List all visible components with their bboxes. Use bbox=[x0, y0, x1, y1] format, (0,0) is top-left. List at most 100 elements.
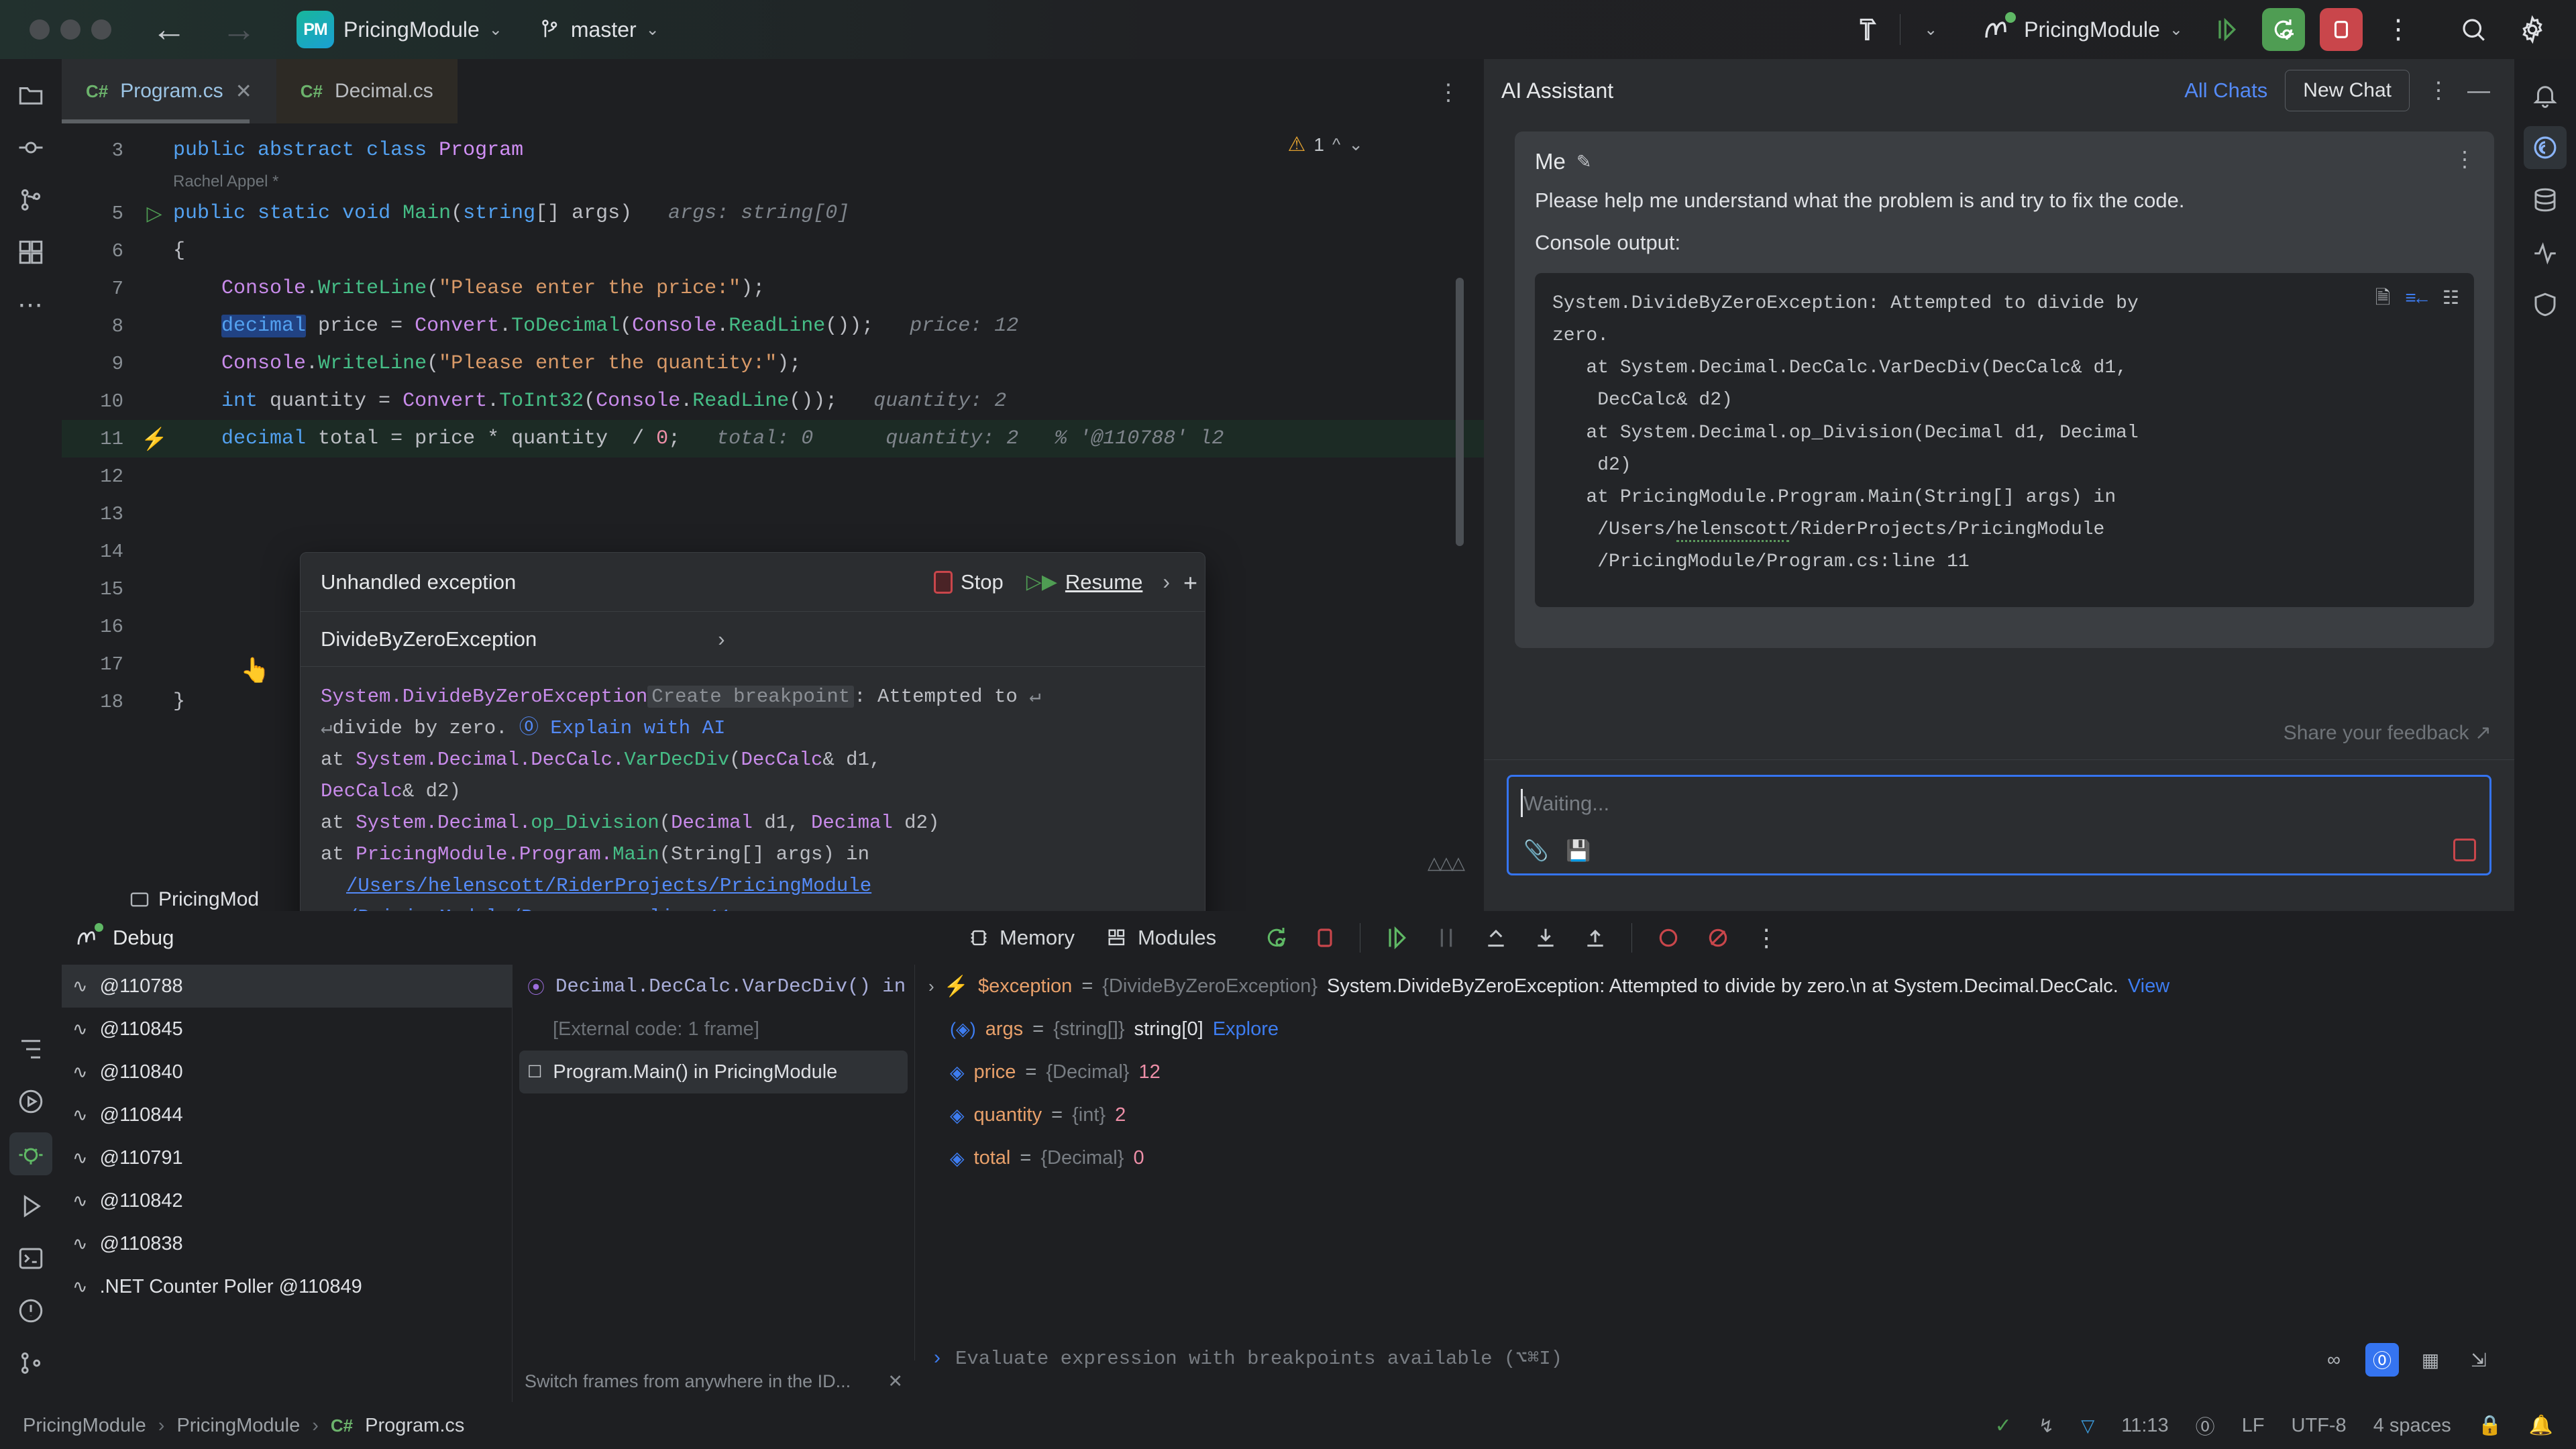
terminal-tool-window-button[interactable] bbox=[9, 1237, 52, 1280]
check-circle-icon[interactable]: ✓ bbox=[1995, 1414, 2012, 1438]
stop-button[interactable] bbox=[2320, 8, 2363, 51]
breadcrumb-file[interactable]: Program.cs bbox=[365, 1415, 464, 1437]
run-configuration-selector[interactable]: PricingModule ⌄ bbox=[1982, 13, 2183, 46]
ai-icon[interactable]: ⓪ bbox=[2365, 1343, 2399, 1377]
thread-row[interactable]: ∿@110845 bbox=[62, 1008, 512, 1051]
run-button[interactable] bbox=[2206, 9, 2247, 50]
step-into-icon[interactable] bbox=[1532, 924, 1559, 951]
save-icon[interactable]: 💾 bbox=[1566, 839, 1591, 863]
at-icon[interactable]: ⓪ bbox=[2196, 1411, 2215, 1440]
attach-icon[interactable]: 📎 bbox=[1523, 839, 1548, 863]
thread-row[interactable]: ∿@110840 bbox=[62, 1051, 512, 1093]
insert-code-icon[interactable]: ≡← bbox=[2405, 284, 2428, 316]
profiler-tool-button[interactable] bbox=[2524, 231, 2567, 274]
commit-tool-window-button[interactable] bbox=[9, 126, 52, 169]
frame-row-selected[interactable]: ☐ Program.Main() in PricingModule bbox=[519, 1051, 908, 1093]
filter-icon[interactable]: ▽ bbox=[2081, 1415, 2094, 1436]
variables-list[interactable]: › ⚡ $exception = {DivideByZeroException}… bbox=[915, 965, 2514, 1402]
ai-panel-options-icon[interactable]: ⋮ bbox=[2427, 77, 2450, 104]
build-options-dropdown[interactable]: ⌄ bbox=[1910, 9, 1951, 50]
threads-list[interactable]: ∿ @110788 ∿@110845 ∿@110840 ∿@110844 ∿@1… bbox=[62, 965, 513, 1402]
search-everywhere-button[interactable] bbox=[2453, 9, 2494, 50]
ai-stop-generation-button[interactable] bbox=[2453, 839, 2476, 861]
variable-row[interactable]: › ⚡ $exception = {DivideByZeroException}… bbox=[915, 965, 2514, 1008]
evaluate-expression-row[interactable]: › Evaluate expression with breakpoints a… bbox=[915, 1336, 2514, 1379]
rerun-debug-icon[interactable] bbox=[1263, 924, 1290, 951]
collapse-icon[interactable]: ⇲ bbox=[2462, 1343, 2496, 1377]
ai-prompt-input[interactable]: Waiting... 📎 💾 bbox=[1507, 775, 2491, 875]
copy-icon[interactable]: 🗎 bbox=[2375, 284, 2391, 316]
code-line[interactable]: 12 bbox=[62, 458, 1484, 495]
variable-view-link[interactable]: View bbox=[2128, 975, 2169, 998]
debug-tab-modules[interactable]: Modules bbox=[1106, 926, 1216, 950]
thread-row[interactable]: ∿@110842 bbox=[62, 1179, 512, 1222]
table-view-icon[interactable]: ▦ bbox=[2414, 1343, 2447, 1377]
editor-scrollbar[interactable] bbox=[1456, 278, 1464, 546]
bell-icon[interactable]: 🔔 bbox=[2529, 1414, 2553, 1437]
run-gutter-icon[interactable]: ▷ bbox=[136, 202, 173, 225]
code-line[interactable]: 7 Console.WriteLine("Please enter the pr… bbox=[62, 270, 1484, 307]
diff-icon[interactable]: ☷ bbox=[2443, 284, 2459, 316]
run-tool-window-button[interactable] bbox=[9, 1080, 52, 1123]
frame-row-external[interactable]: [External code: 1 frame] bbox=[513, 1008, 914, 1051]
thread-row[interactable]: ∿ @110788 bbox=[62, 965, 512, 1008]
prev-problem-icon[interactable]: ^ bbox=[1332, 134, 1340, 155]
step-over-icon[interactable] bbox=[1483, 924, 1509, 951]
close-icon[interactable]: ✕ bbox=[888, 1371, 903, 1392]
frames-list[interactable]: ⦿ Decimal.DecCalc.VarDecDiv() in [Extern… bbox=[513, 965, 915, 1402]
code-line[interactable]: 13 bbox=[62, 495, 1484, 533]
security-tool-button[interactable] bbox=[2524, 283, 2567, 326]
file-encoding[interactable]: UTF-8 bbox=[2292, 1415, 2347, 1437]
stack-source-link-line1[interactable]: /Users/helenscott/RiderProjects/PricingM… bbox=[321, 871, 1185, 902]
tab-program-cs[interactable]: C# Program.cs ✕ bbox=[62, 59, 276, 123]
pause-icon[interactable] bbox=[1433, 924, 1460, 951]
exception-type-row[interactable]: DivideByZeroException › bbox=[301, 612, 1205, 667]
resume-icon[interactable] bbox=[1383, 924, 1410, 951]
git-tool-window-button[interactable] bbox=[9, 1342, 52, 1385]
variable-row[interactable]: ◈ total = {Decimal} 0 bbox=[915, 1136, 2514, 1179]
step-out-icon[interactable] bbox=[1582, 924, 1609, 951]
view-breakpoints-icon[interactable] bbox=[1705, 924, 1731, 951]
breadcrumb-module[interactable]: PricingModule bbox=[176, 1415, 300, 1437]
close-window-button[interactable] bbox=[30, 19, 50, 40]
thread-row[interactable]: ∿@110844 bbox=[62, 1093, 512, 1136]
indent-setting[interactable]: 4 spaces bbox=[2373, 1415, 2451, 1437]
maximize-window-button[interactable] bbox=[91, 19, 111, 40]
rerun-debug-button[interactable] bbox=[2262, 8, 2305, 51]
code-line[interactable]: 8 decimal price = Convert.ToDecimal(Cons… bbox=[62, 307, 1484, 345]
variable-explore-link[interactable]: Explore bbox=[1213, 1018, 1279, 1040]
branch-selector[interactable]: master ⌄ bbox=[539, 17, 659, 42]
variable-row[interactable]: (◈) args = {string[]} string[0] Explore bbox=[915, 1008, 2514, 1051]
code-line[interactable]: 3 public abstract class Program bbox=[62, 131, 1484, 169]
debug-tab-pricingmodule[interactable]: PricingMod bbox=[129, 888, 259, 911]
problems-tool-window-button[interactable] bbox=[9, 1289, 52, 1332]
project-tool-window-button[interactable] bbox=[9, 74, 52, 117]
debug-tab-memory[interactable]: Memory bbox=[967, 926, 1075, 950]
variable-row[interactable]: ◈ price = {Decimal} 12 bbox=[915, 1051, 2514, 1093]
chat-message-options-icon[interactable]: ⋮ bbox=[2454, 146, 2477, 172]
all-chats-link[interactable]: All Chats bbox=[2184, 78, 2267, 103]
code-line[interactable]: 5 ▷ public static void Main(string[] arg… bbox=[62, 195, 1484, 232]
navigate-back-button[interactable]: ← bbox=[152, 12, 186, 47]
nuget-tool-window-button[interactable] bbox=[9, 231, 52, 274]
build-button[interactable] bbox=[1849, 9, 1890, 50]
tab-decimal-cs[interactable]: C# Decimal.cs bbox=[276, 59, 458, 123]
minimize-panel-icon[interactable]: — bbox=[2467, 78, 2490, 104]
more-tool-windows-button[interactable]: ⋯ bbox=[9, 283, 52, 326]
exception-gutter-icon[interactable]: ⚡ bbox=[136, 426, 173, 451]
branch-icon[interactable]: ↯ bbox=[2039, 1415, 2054, 1437]
vcs-tool-window-button[interactable] bbox=[9, 178, 52, 221]
inspection-status[interactable]: ⚠ 1 ^ ⌄ bbox=[1288, 133, 1363, 156]
exception-add-tab-button[interactable]: + bbox=[1183, 569, 1197, 597]
more-actions-button[interactable]: ⋮ bbox=[2377, 9, 2419, 50]
link-icon[interactable]: ∞ bbox=[2317, 1343, 2351, 1377]
code-line-current[interactable]: 11 ⚡ decimal total = price * quantity / … bbox=[62, 420, 1484, 458]
services-tool-window-button[interactable] bbox=[9, 1185, 52, 1228]
variable-row[interactable]: ◈ quantity = {int} 2 bbox=[915, 1093, 2514, 1136]
chevron-right-icon[interactable]: › bbox=[718, 627, 724, 651]
window-controls[interactable] bbox=[30, 19, 111, 40]
editor-tabs-more-button[interactable]: ⋮ bbox=[1437, 79, 1461, 106]
exception-more-icon[interactable]: › bbox=[1163, 570, 1170, 594]
share-feedback-link[interactable]: Share your feedback ↗ bbox=[2284, 721, 2491, 745]
close-icon[interactable]: ✕ bbox=[235, 80, 252, 103]
